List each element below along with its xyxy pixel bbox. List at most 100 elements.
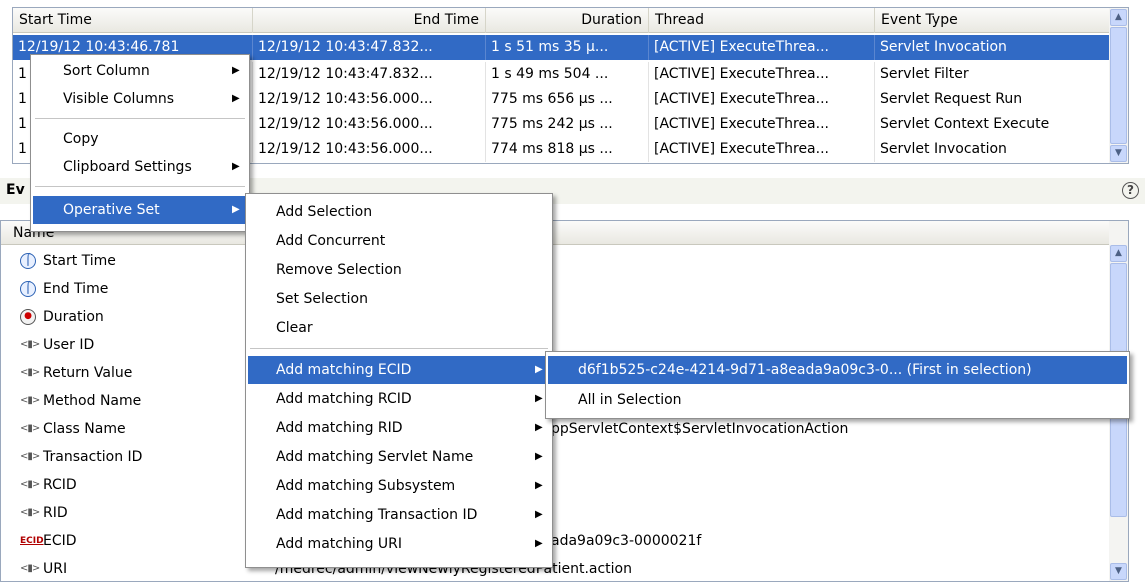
- column-header-end-time[interactable]: End Time: [253, 8, 486, 33]
- menu-item-clipboard-settings[interactable]: Clipboard Settings ▶: [33, 153, 247, 181]
- submenu-arrow-icon: ▶: [535, 480, 543, 491]
- submenu-arrow-icon: ▶: [232, 65, 240, 76]
- menu-item-add-matching-subsystem[interactable]: Add matching Subsystem ▶: [248, 472, 550, 500]
- menu-item-add-selection[interactable]: Add Selection: [248, 198, 550, 226]
- scroll-up-icon[interactable]: ▲: [1110, 9, 1127, 26]
- menu-item-label: Add matching URI: [276, 536, 403, 552]
- scroll-down-icon[interactable]: ▼: [1110, 563, 1127, 580]
- menu-item-sort-column[interactable]: Sort Column ▶: [33, 57, 247, 85]
- menu-item-remove-selection[interactable]: Remove Selection: [248, 256, 550, 284]
- details-panel-title: Ev: [6, 182, 25, 198]
- property-name: User ID: [43, 337, 95, 353]
- field-icon: <▮>: [20, 339, 40, 350]
- menu-item-add-matching-transaction-id[interactable]: Add matching Transaction ID ▶: [248, 501, 550, 529]
- cell-duration: 774 ms 818 μs ...: [486, 137, 649, 162]
- field-icon: <▮>: [20, 479, 40, 490]
- menu-item-label: Add Concurrent: [276, 233, 386, 249]
- property-name: ECID: [43, 533, 77, 549]
- menu-item-label: Add matching RID: [276, 420, 403, 436]
- property-name: Method Name: [43, 393, 142, 409]
- menu-item-label: Clear: [276, 320, 313, 336]
- menu-item-copy[interactable]: Copy: [33, 125, 247, 153]
- cell-event-type: Servlet Invocation: [875, 35, 1110, 60]
- property-row[interactable]: <▮> RID: [1, 499, 1110, 527]
- column-header-thread[interactable]: Thread: [649, 8, 875, 33]
- property-name: Duration: [43, 309, 104, 325]
- menu-item-label: Visible Columns: [63, 91, 175, 107]
- cell-thread: [ACTIVE] ExecuteThrea...: [649, 112, 875, 137]
- menu-item-label: d6f1b525-c24e-4214-9d71-a8eada9a09c3-0..…: [578, 362, 1032, 378]
- property-name: Class Name: [43, 421, 126, 437]
- menu-item-add-matching-servlet-name[interactable]: Add matching Servlet Name ▶: [248, 443, 550, 471]
- scroll-down-icon[interactable]: ▼: [1110, 145, 1127, 162]
- scroll-up-icon[interactable]: ▲: [1110, 245, 1127, 262]
- submenu-arrow-icon: ▶: [535, 451, 543, 462]
- field-icon: <▮>: [20, 367, 40, 378]
- menu-item-label: Add Selection: [276, 204, 373, 220]
- property-row[interactable]: <▮> Class Name ppServletContext$ServletI…: [1, 415, 1110, 443]
- menu-item-all-in-selection[interactable]: All in Selection: [548, 386, 1127, 414]
- scrollbar-thumb[interactable]: [1110, 27, 1127, 144]
- submenu-arrow-icon: ▶: [232, 93, 240, 104]
- menu-item-add-matching-rid[interactable]: Add matching RID ▶: [248, 414, 550, 442]
- menu-item-label: Add matching ECID: [276, 362, 412, 378]
- submenu-arrow-icon: ▶: [232, 204, 240, 215]
- menu-item-operative-set[interactable]: Operative Set ▶: [33, 196, 247, 224]
- column-header-event-type[interactable]: Event Type: [875, 8, 1110, 33]
- property-name: End Time: [43, 281, 109, 297]
- property-row[interactable]: ● Duration: [1, 303, 1110, 331]
- cell-end-time: 12/19/12 10:43:47.832...: [253, 35, 486, 60]
- menu-item-add-concurrent[interactable]: Add Concurrent: [248, 227, 550, 255]
- submenu-arrow-icon: ▶: [535, 364, 543, 375]
- property-row[interactable]: ⌠ Start Time: [1, 247, 1110, 275]
- context-menu: Sort Column ▶ Visible Columns ▶ Copy Cli…: [30, 54, 250, 232]
- submenu-arrow-icon: ▶: [232, 161, 240, 172]
- menu-item-first-in-selection[interactable]: d6f1b525-c24e-4214-9d71-a8eada9a09c3-0..…: [548, 356, 1127, 384]
- field-icon: <▮>: [20, 563, 40, 574]
- events-scrollbar[interactable]: ▲ ▼: [1109, 8, 1128, 163]
- menu-item-label: Copy: [63, 131, 99, 147]
- cell-thread: [ACTIVE] ExecuteThrea...: [649, 87, 875, 112]
- menu-item-visible-columns[interactable]: Visible Columns ▶: [33, 85, 247, 113]
- column-header-start-time[interactable]: Start Time: [13, 8, 253, 33]
- submenu-arrow-icon: ▶: [535, 509, 543, 520]
- menu-item-label: Add matching Subsystem: [276, 478, 456, 494]
- menu-item-label: All in Selection: [578, 392, 682, 408]
- cell-duration: 1 s 51 ms 35 μ...: [486, 35, 649, 60]
- field-icon: <▮>: [20, 423, 40, 434]
- menu-item-set-selection[interactable]: Set Selection: [248, 285, 550, 313]
- menu-item-label: Sort Column: [63, 63, 150, 79]
- property-row[interactable]: ECID ECID ada9a09c3-0000021f: [1, 527, 1110, 555]
- property-value: ada9a09c3-0000021f: [551, 533, 702, 549]
- field-icon: <▮>: [20, 507, 40, 518]
- stopwatch-icon: ●: [20, 309, 36, 325]
- cell-end-time: 12/19/12 10:43:47.832...: [253, 62, 486, 87]
- cell-end-time: 12/19/12 10:43:56.000...: [253, 87, 486, 112]
- cell-event-type: Servlet Filter: [875, 62, 1110, 87]
- cell-thread: [ACTIVE] ExecuteThrea...: [649, 137, 875, 162]
- property-name: Transaction ID: [43, 449, 143, 465]
- property-row[interactable]: <▮> URI /medrec/admin/viewNewlyRegistere…: [1, 555, 1110, 583]
- column-header-duration[interactable]: Duration: [486, 8, 649, 33]
- menu-item-label: Remove Selection: [276, 262, 402, 278]
- cell-duration: 775 ms 242 μs ...: [486, 112, 649, 137]
- menu-item-label: Set Selection: [276, 291, 368, 307]
- property-row[interactable]: <▮> Transaction ID: [1, 443, 1110, 471]
- question-circle-icon[interactable]: ?: [1122, 182, 1139, 199]
- menu-item-label: Add matching Servlet Name: [276, 449, 474, 465]
- menu-item-clear[interactable]: Clear: [248, 314, 550, 342]
- property-name: RID: [43, 505, 68, 521]
- menu-item-add-matching-uri[interactable]: Add matching URI ▶: [248, 530, 550, 558]
- cell-duration: 775 ms 656 μs ...: [486, 87, 649, 112]
- menu-separator: [250, 348, 548, 349]
- submenu-arrow-icon: ▶: [535, 393, 543, 404]
- cell-thread: [ACTIVE] ExecuteThrea...: [649, 62, 875, 87]
- property-row[interactable]: ⌠ End Time: [1, 275, 1110, 303]
- menu-item-add-matching-rcid[interactable]: Add matching RCID ▶: [248, 385, 550, 413]
- clock-icon: ⌠: [20, 253, 36, 269]
- property-name: URI: [43, 561, 68, 577]
- cell-event-type: Servlet Request Run: [875, 87, 1110, 112]
- menu-item-add-matching-ecid[interactable]: Add matching ECID ▶: [248, 356, 550, 384]
- property-row[interactable]: <▮> RCID: [1, 471, 1110, 499]
- menu-item-label: Add matching RCID: [276, 391, 412, 407]
